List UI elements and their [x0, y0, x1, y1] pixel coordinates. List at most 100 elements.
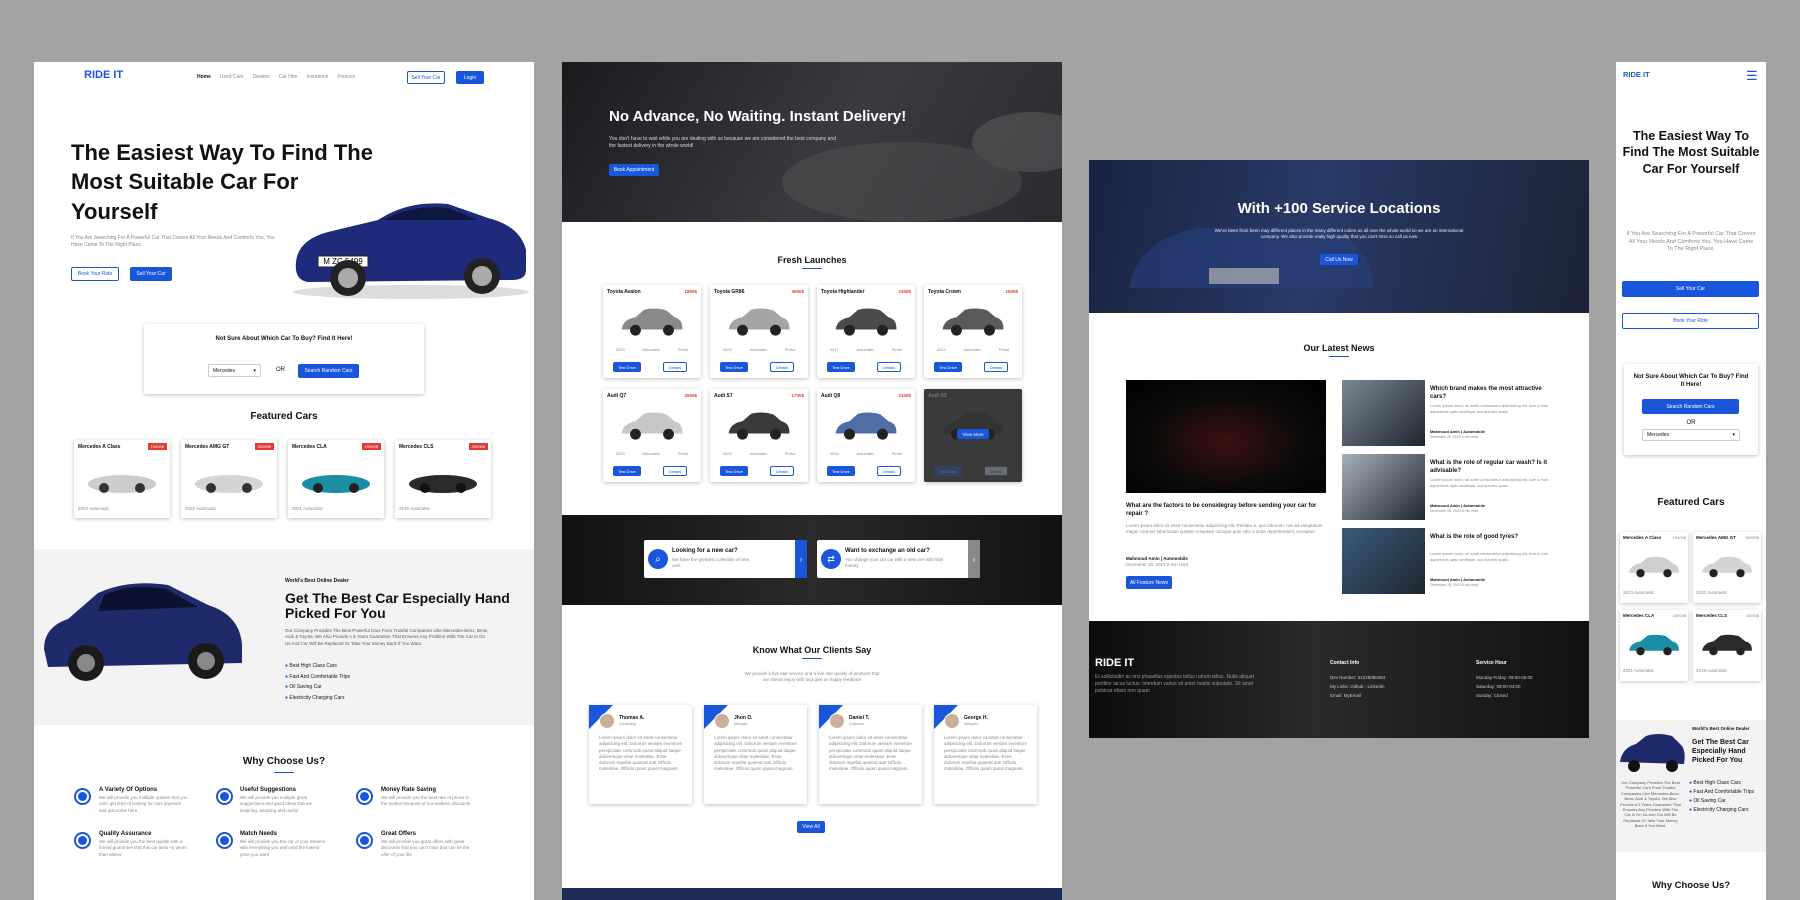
launch-card[interactable]: Audi S3 Test Drive Details View More — [924, 389, 1022, 482]
launch-meta: 2017 Automatic Petrol — [821, 347, 911, 352]
mobile-car-card[interactable]: Mercedes A Class 10000$ 2023 Automatic — [1620, 532, 1688, 603]
check-icon: ● — [1689, 789, 1693, 795]
launch-car-image — [621, 412, 683, 440]
sell-car-nav-button[interactable]: Sell Your Car — [407, 71, 445, 84]
point-item: ● Oil Saving Car — [1689, 798, 1726, 804]
mobile-brand-logo[interactable]: RIDE IT — [1623, 70, 1650, 79]
test-drive-button[interactable]: Test Drive — [720, 466, 748, 476]
details-button[interactable]: Details — [770, 362, 794, 372]
featured-car-card[interactable]: Mercedes AMG GT 50000$ 2022 Automatic — [181, 440, 277, 518]
client-role: Consulting — [619, 722, 636, 726]
mobile-car-card[interactable]: Mercedes CLA 15000$ 2021 Automatic — [1620, 610, 1688, 681]
cta-title: Looking for a new car? — [672, 548, 738, 554]
percent-icon — [356, 832, 373, 849]
launch-price: 2300$ — [898, 289, 911, 294]
details-button[interactable]: Details — [877, 362, 901, 372]
badge-icon — [74, 832, 91, 849]
test-drive-button[interactable]: Test Drive — [720, 362, 748, 372]
new-car-cta[interactable]: ⌕ Looking for a new car? We have the gre… — [644, 540, 807, 578]
contact-links[interactable]: My Links: Github - LinkedIn — [1330, 682, 1385, 691]
nav-item-home[interactable]: Home — [197, 74, 211, 80]
delivery-text: You don't have to wait while you are dea… — [609, 136, 837, 149]
clients-title: Know What Our Clients Say — [752, 645, 872, 655]
chevron-down-icon: ▾ — [253, 368, 256, 374]
mobile-featured-title: Featured Cars — [1657, 497, 1725, 508]
brand-logo[interactable]: RIDE IT — [84, 69, 123, 81]
point-item: ● Oil Saving Car — [285, 684, 322, 690]
view-more-button[interactable]: View More — [957, 429, 989, 439]
view-all-button[interactable]: View All — [797, 821, 825, 833]
price-badge: 30000$ — [468, 443, 488, 450]
nav-item-car-hire[interactable]: Car Hire — [279, 74, 298, 80]
car-image — [409, 475, 477, 493]
call-us-button[interactable]: Call Us Now — [1320, 254, 1358, 265]
nav-item-insurance[interactable]: Insurance — [306, 74, 328, 80]
dealer-title: Get The Best Car Especially Hand Picked … — [285, 590, 510, 622]
featured-car-card[interactable]: Mercedes A Class 10000$ 2023 Automatic — [74, 440, 170, 518]
mobile-search-random-button[interactable]: Search Random Cars — [1642, 399, 1739, 414]
news-item-title[interactable]: What is the role of regular car wash? Is… — [1430, 460, 1550, 476]
test-drive-button[interactable]: Test Drive — [934, 362, 962, 372]
details-button[interactable]: Details — [770, 466, 794, 476]
launch-card[interactable]: Toyota GR86 3000$ 2022 Automatic Petrol Test … — [710, 285, 808, 378]
test-drive-button[interactable]: Test Drive — [613, 362, 641, 372]
mobile-brand-select[interactable]: Mercedes ▾ — [1642, 429, 1740, 441]
launch-car-image — [621, 308, 683, 336]
search-icon: ⌕ — [648, 549, 668, 569]
footer-brand[interactable]: RIDE IT — [1095, 657, 1134, 669]
delivery-banner: No Advance, No Waiting. Instant Delivery… — [562, 62, 1062, 222]
nav-item-dealers[interactable]: Dealers — [253, 74, 270, 80]
brand-select-value: Mercedes — [213, 368, 235, 374]
hero-car-image: M ZC 5499 — [293, 203, 529, 299]
mobile-car-card[interactable]: Mercedes AMG GT 50000$ 2022 Automatic — [1693, 532, 1761, 603]
news-item-title[interactable]: What is the role of good tyres? — [1430, 534, 1550, 542]
brand-select[interactable]: Mercedes ▾ — [208, 364, 261, 377]
news-item-date: December 26, 2023 6 min read — [1430, 435, 1479, 439]
author-name: Mahmoud Amin — [1430, 429, 1460, 434]
login-button[interactable]: Login — [456, 71, 484, 84]
test-drive-button[interactable]: Test Drive — [934, 466, 962, 476]
details-button[interactable]: Details — [663, 466, 687, 476]
point-item: ● Fast And Comfortable Trips — [1689, 789, 1755, 795]
all-feature-news-button[interactable]: All Feature News — [1126, 576, 1172, 589]
nav-item-used-cars[interactable]: Used Cars — [220, 74, 244, 80]
news-item-title[interactable]: Which brand makes the most attractive ca… — [1430, 386, 1550, 402]
featured-car-card[interactable]: Mercedes CLA 15000$ 2021 Automatic — [288, 440, 384, 518]
mobile-car-card[interactable]: Mercedes CLS 30000$ 2019 Automatic — [1693, 610, 1761, 681]
testimonial-card: Thomas A. Consulting Lorem ipsum dolor sit… — [589, 705, 692, 804]
test-drive-button[interactable]: Test Drive — [613, 466, 641, 476]
launch-card[interactable]: Audi S7 1700$ 2023 Automatic Petrol Test Driv… — [710, 389, 808, 482]
launch-card[interactable]: Toyota Crown 1500$ 2023 Automatic Petrol Test… — [924, 285, 1022, 378]
featured-car-card[interactable]: Mercedes CLS 30000$ 2019 Automatic — [395, 440, 491, 518]
details-button[interactable]: Details — [984, 466, 1008, 476]
search-random-cars-button[interactable]: Search Random Cars — [298, 364, 359, 378]
main-nav: Home Used Cars Dealers Car Hire Insuranc… — [197, 74, 355, 80]
mobile-book-ride-button[interactable]: Book Your Ride — [1622, 313, 1759, 329]
mobile-sell-car-button[interactable]: Sell Your Car — [1622, 281, 1759, 297]
details-button[interactable]: Details — [877, 466, 901, 476]
launch-card[interactable]: Audi Q8 2100$ 2020 Automatic Petrol Test Driv… — [817, 389, 915, 482]
news-category: Automobile — [1463, 577, 1486, 582]
launch-card[interactable]: Toyota Highlander 2300$ 2017 Automatic Petro… — [817, 285, 915, 378]
menu-icon[interactable]: ☰ — [1746, 69, 1758, 82]
launch-card[interactable]: Toyota Avalon 1800$ 2023 Automatic Petrol Tes… — [603, 285, 701, 378]
exchange-car-cta[interactable]: ⇄ Want to exchange an old car? You chang… — [817, 540, 980, 578]
nav-item-finance[interactable]: Finance — [337, 74, 355, 80]
test-drive-button[interactable]: Test Drive — [827, 466, 855, 476]
news-title: Our Latest News — [1303, 343, 1375, 353]
main-news-title[interactable]: What are the factors to be considegray b… — [1126, 503, 1326, 519]
contact-email[interactable]: Email: MyEmail — [1330, 691, 1385, 700]
test-drive-button[interactable]: Test Drive — [827, 362, 855, 372]
car-info: 2019 Automatic — [399, 506, 431, 511]
book-appointment-button[interactable]: Book Appointment — [609, 164, 659, 176]
launch-meta: 2022 Automatic Petrol — [714, 347, 804, 352]
client-name: Jhon D. — [734, 715, 753, 721]
mobile-dealer-text: Our Company Provides The Best Powerful C… — [1620, 780, 1681, 829]
hero-sell-car-button[interactable]: Sell Your Car — [130, 267, 172, 281]
launch-card[interactable]: Audi Q7 2500$ 2023 Automatic Petrol Test Driv… — [603, 389, 701, 482]
details-button[interactable]: Details — [663, 362, 687, 372]
book-ride-button[interactable]: Book Your Ride — [71, 267, 119, 281]
details-button[interactable]: Details — [984, 362, 1008, 372]
why-item-title: Great Offers — [381, 831, 417, 837]
car-price: 15000$ — [1672, 613, 1686, 618]
